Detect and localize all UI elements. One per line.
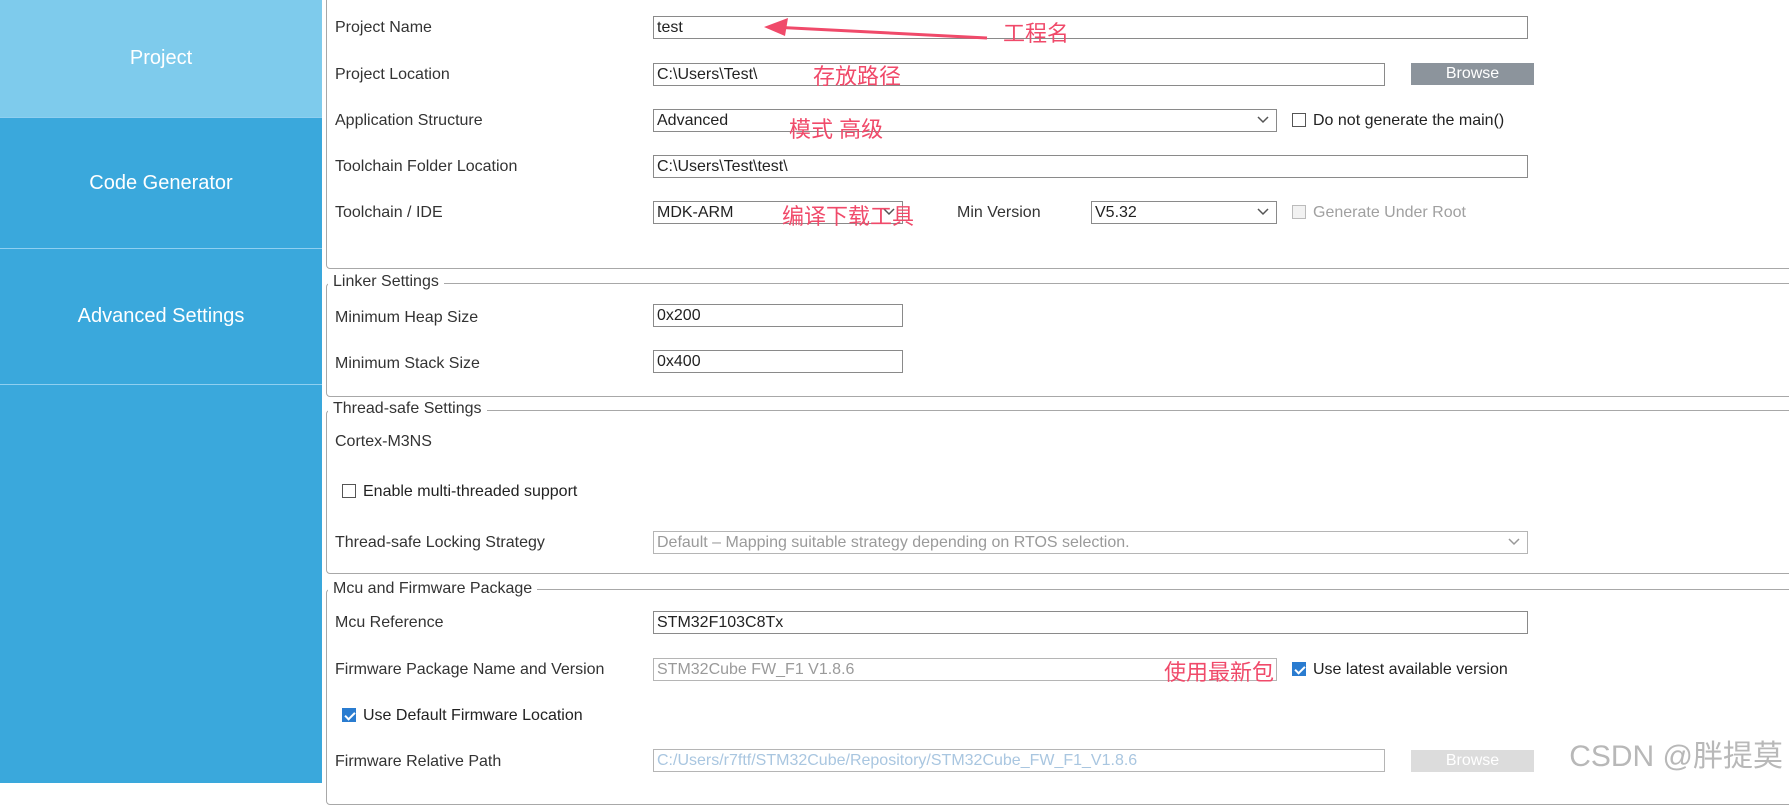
- sidebar-item-advanced-settings[interactable]: Advanced Settings: [0, 249, 322, 384]
- heap-size-input[interactable]: 0x200: [653, 304, 903, 327]
- project-name-label: Project Name: [335, 19, 432, 36]
- annotation-structure: 模式 高级: [789, 117, 884, 142]
- multithread-label: Enable multi-threaded support: [363, 483, 578, 500]
- toolchain-folder-input[interactable]: C:\Users\Test\test\: [653, 155, 1528, 178]
- generate-under-root-label: Generate Under Root: [1313, 204, 1466, 221]
- core-label: Cortex-M3NS: [335, 433, 432, 450]
- do-not-generate-main-label: Do not generate the main(): [1313, 112, 1505, 129]
- linker-settings-group: [326, 283, 1789, 397]
- application-structure-value: Advanced: [657, 112, 729, 129]
- sidebar-item-code-generator[interactable]: Code Generator: [0, 118, 322, 248]
- toolchain-folder-label: Toolchain Folder Location: [335, 158, 518, 175]
- multithread-checkbox[interactable]: [342, 484, 356, 498]
- annotation-ide: 编译下载工具: [782, 204, 915, 229]
- stack-size-label: Minimum Stack Size: [335, 355, 480, 372]
- annotation-latest: 使用最新包: [1164, 660, 1275, 685]
- chevron-down-icon: [1257, 208, 1269, 216]
- min-version-select[interactable]: V5.32: [1091, 201, 1277, 224]
- do-not-generate-main-checkbox[interactable]: [1292, 113, 1306, 127]
- min-version-value: V5.32: [1095, 204, 1137, 221]
- mcu-reference-label: Mcu Reference: [335, 614, 444, 631]
- sidebar: Project Code Generator Advanced Settings: [0, 0, 322, 783]
- heap-size-label: Minimum Heap Size: [335, 309, 479, 326]
- locking-strategy-label: Thread-safe Locking Strategy: [335, 534, 545, 551]
- annotation-location: 存放路径: [813, 64, 902, 89]
- application-structure-label: Application Structure: [335, 112, 483, 129]
- sidebar-item-label: Project: [129, 47, 193, 69]
- thread-safe-settings-legend: Thread-safe Settings: [328, 400, 487, 418]
- mcu-firmware-legend: Mcu and Firmware Package: [328, 580, 538, 598]
- use-default-location-label: Use Default Firmware Location: [363, 707, 583, 724]
- watermark: CSDN @胖提莫: [1569, 740, 1783, 773]
- toolchain-ide-value: MDK-ARM: [657, 204, 734, 221]
- use-default-location-checkbox[interactable]: [342, 708, 356, 722]
- firmware-package-label: Firmware Package Name and Version: [335, 661, 605, 678]
- locking-strategy-select[interactable]: Default – Mapping suitable strategy depe…: [653, 531, 1528, 554]
- sidebar-item-label: Advanced Settings: [77, 305, 245, 327]
- firmware-path-label: Firmware Relative Path: [335, 753, 502, 770]
- project-name-input[interactable]: test: [653, 16, 1528, 39]
- project-location-label: Project Location: [335, 66, 450, 83]
- chevron-down-icon: [1508, 538, 1520, 546]
- generate-under-root-checkbox[interactable]: [1292, 205, 1306, 219]
- stack-size-input[interactable]: 0x400: [653, 350, 903, 373]
- chevron-down-icon: [1257, 116, 1269, 124]
- use-latest-version-label: Use latest available version: [1313, 661, 1508, 678]
- use-latest-version-checkbox[interactable]: [1292, 662, 1306, 676]
- sidebar-item-project[interactable]: Project: [0, 0, 322, 117]
- mcu-reference-input[interactable]: STM32F103C8Tx: [653, 611, 1528, 634]
- locking-strategy-value: Default – Mapping suitable strategy depe…: [657, 534, 1130, 551]
- project-settings-panel: Project Name test Project Location C:\Us…: [322, 0, 1789, 805]
- sidebar-item-label: Code Generator: [89, 171, 233, 194]
- browse-button-disabled[interactable]: Browse: [1411, 750, 1534, 772]
- divider: [0, 384, 322, 385]
- annotation-project-name: 工程名: [1003, 21, 1070, 46]
- min-version-label: Min Version: [957, 204, 1041, 221]
- firmware-path-input[interactable]: C:/Users/r7ftf/STM32Cube/Repository/STM3…: [653, 749, 1385, 772]
- application-structure-select[interactable]: Advanced: [653, 109, 1277, 132]
- linker-settings-legend: Linker Settings: [328, 273, 444, 291]
- browse-button[interactable]: Browse: [1411, 63, 1534, 85]
- toolchain-ide-label: Toolchain / IDE: [335, 204, 443, 221]
- project-location-input[interactable]: C:\Users\Test\: [653, 63, 1385, 86]
